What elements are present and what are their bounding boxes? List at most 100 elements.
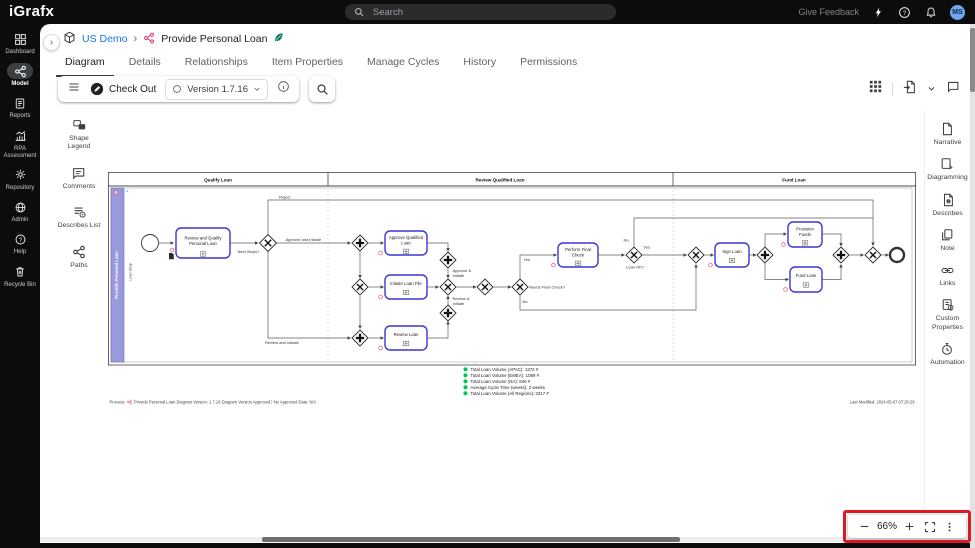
label-needs-final-check: Needs Final Check? — [529, 285, 566, 290]
fit-to-screen-button[interactable] — [923, 520, 937, 534]
gateway-needs-final-check[interactable] — [512, 279, 528, 295]
shape-legend-button[interactable]: Shape Legend — [57, 118, 101, 152]
diagram-canvas[interactable]: Qualify Loan Review Qualified Loan Fund … — [108, 172, 916, 407]
gateway-parallel-2[interactable] — [352, 330, 368, 346]
tab-details[interactable]: Details — [120, 51, 170, 77]
diagramming-button[interactable]: Diagramming — [927, 157, 967, 182]
dashboard-icon — [7, 31, 33, 47]
phase-review-qualified-loan: Review Qualified Loan — [475, 178, 524, 183]
info-icon[interactable] — [277, 80, 290, 98]
help-icon[interactable]: ? — [898, 6, 911, 19]
task-approve-qualified-loan[interactable]: Approve Qualified Loan — [379, 231, 427, 255]
task-initiate-loan-file[interactable]: Initiate Loan File — [379, 275, 427, 299]
gateway-merge-before-sign[interactable] — [688, 247, 704, 263]
gateway-next-steps[interactable] — [260, 235, 277, 252]
zoom-out-button[interactable] — [857, 520, 871, 534]
gateway-parallel-split-fund[interactable] — [757, 247, 773, 263]
tab-relationships[interactable]: Relationships — [176, 51, 257, 77]
gateway-parallel-merge-bottom[interactable] — [440, 305, 456, 321]
model-network-icon — [7, 63, 33, 79]
end-event[interactable] — [890, 248, 904, 262]
task-sign-loan[interactable]: Sign Loan — [709, 243, 749, 267]
notifications-bell-icon[interactable] — [924, 6, 937, 19]
paths-button[interactable]: Paths — [70, 245, 87, 270]
comment-icon[interactable] — [946, 80, 960, 98]
toolbar-divider — [892, 82, 893, 96]
gateway-exclusive-1[interactable] — [352, 279, 368, 295]
describes-list-button[interactable]: Describes List — [58, 205, 101, 230]
sidebar-item-model[interactable]: Model — [0, 63, 40, 88]
tab-diagram[interactable]: Diagram — [56, 51, 114, 77]
footer-process-info: Provide Personal Loan Diagram Version: 1… — [134, 400, 317, 405]
sidebar-item-admin[interactable]: Admin — [0, 199, 40, 224]
note-button[interactable]: Note — [940, 228, 954, 253]
sidebar-item-reports[interactable]: Reports — [0, 95, 40, 120]
diagram-search-button[interactable] — [309, 76, 335, 102]
svg-text:Funds: Funds — [799, 232, 811, 237]
breadcrumb-root-link[interactable]: US Demo — [82, 33, 128, 45]
process-model-icon — [143, 32, 155, 47]
vertical-scrollbar[interactable] — [970, 24, 975, 548]
tab-history[interactable]: History — [454, 51, 505, 77]
task-review-loan[interactable]: Review Loan — [379, 326, 427, 350]
version-dropdown[interactable]: Version 1.7.16 — [165, 79, 268, 100]
custom-properties-button[interactable]: Custom Properties — [926, 298, 970, 332]
give-feedback-link[interactable]: Give Feedback — [798, 7, 859, 17]
tab-permissions[interactable]: Permissions — [511, 51, 586, 77]
tab-item-properties[interactable]: Item Properties — [263, 51, 352, 77]
check-out-button[interactable]: Check Out — [90, 82, 156, 96]
start-event[interactable] — [142, 235, 159, 252]
gateway-parallel-merge-fund[interactable] — [833, 247, 849, 263]
legend-cycle-time: Average Cycle Time (weeks): 2 weeks — [471, 385, 546, 390]
sidebar-item-help[interactable]: ? Help — [0, 231, 40, 256]
global-search[interactable] — [345, 4, 616, 20]
chevron-right-icon: › — [134, 33, 138, 45]
zoom-in-button[interactable] — [903, 520, 917, 534]
svg-text:Approve Qualified: Approve Qualified — [389, 235, 424, 240]
document-attachment-icon — [169, 253, 174, 259]
svg-text:Provision: Provision — [796, 227, 814, 232]
task-review-and-qualify-personal-loan[interactable]: Review and Qualify Personal Loan — [169, 228, 230, 259]
more-options-kebab-icon[interactable] — [943, 520, 957, 534]
describes-button[interactable]: Describes — [932, 193, 962, 218]
task-fund-loan[interactable]: Fund Loan — [784, 267, 822, 292]
lightning-icon[interactable] — [872, 6, 885, 19]
sidebar-item-rpa-assessment[interactable]: RPA Assessment — [0, 128, 40, 160]
zoom-level: 66% — [877, 521, 897, 532]
phase-fund-loan: Fund Loan — [782, 178, 806, 183]
collapse-panel-button[interactable]: › — [43, 34, 60, 51]
loan-stop-note: Loan-Stop — [128, 263, 133, 281]
horizontal-scrollbar[interactable] — [40, 537, 970, 542]
sidebar-item-repository[interactable]: Repository — [0, 167, 40, 192]
sidebar-item-dashboard[interactable]: Dashboard — [0, 31, 40, 56]
comments-button[interactable]: Comments — [63, 166, 96, 191]
label-loan-ok: Loan OK? — [626, 265, 645, 270]
tab-manage-cycles[interactable]: Manage Cycles — [358, 51, 448, 77]
paths-icon — [72, 245, 86, 259]
search-input[interactable] — [371, 6, 608, 19]
trash-icon — [7, 264, 33, 280]
svg-text:Personal Loan: Personal Loan — [189, 241, 217, 246]
gateway-parallel-merge-top[interactable] — [440, 252, 456, 268]
narrative-button[interactable]: Narrative — [934, 122, 962, 147]
horizontal-scrollbar-thumb[interactable] — [262, 537, 680, 542]
gateway-parallel-1[interactable] — [352, 235, 368, 251]
automation-button[interactable]: Automation — [930, 342, 964, 367]
gateway-final-merge[interactable] — [865, 247, 881, 263]
task-perform-final-check[interactable]: Perform Final Check — [552, 243, 598, 267]
vertical-scrollbar-thumb[interactable] — [970, 28, 975, 92]
gateway-loan-ok[interactable] — [626, 247, 642, 263]
export-document-icon[interactable] — [903, 80, 917, 99]
chevron-down-icon[interactable] — [927, 80, 936, 98]
links-button[interactable]: Links — [940, 264, 956, 288]
grid-view-icon[interactable] — [869, 80, 882, 98]
task-provision-funds[interactable]: Provision Funds — [782, 222, 822, 247]
user-avatar[interactable]: MS — [950, 5, 965, 20]
sidebar-item-recycle-bin[interactable]: Recycle Bin — [0, 264, 40, 289]
gateway-merge-exclusive[interactable] — [477, 279, 493, 295]
diagram-footer: Process: Provide Personal Loan Diagram V… — [110, 400, 916, 405]
left-tool-rail: Shape Legend Comments Describes List Pat… — [56, 118, 102, 270]
label-yes-upper: Yes — [524, 257, 531, 262]
gateway-exclusive-middle[interactable] — [440, 279, 456, 295]
menu-hamburger-icon[interactable] — [67, 80, 81, 98]
